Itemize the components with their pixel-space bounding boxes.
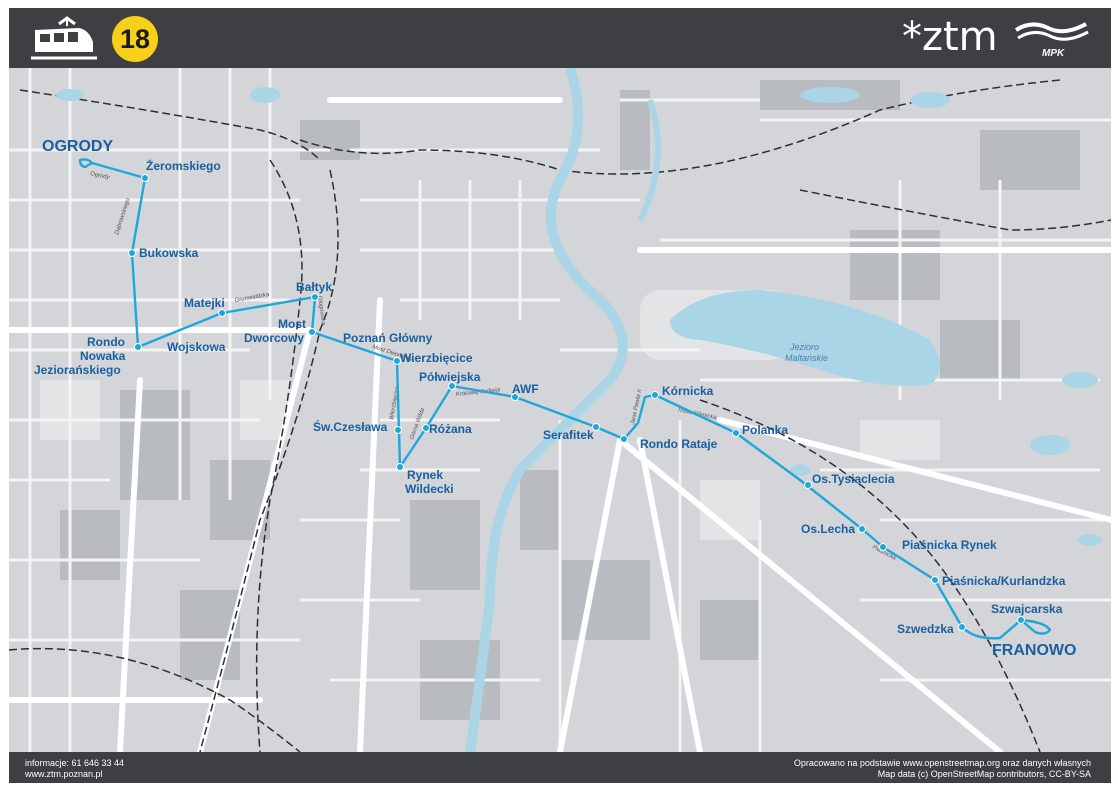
stop-label-baltyk: Bałtyk [296,280,332,294]
stop-label-piasnicka-rynek: Piaśnicka Rynek [902,538,997,552]
stop-marker-os-tysiaclecia[interactable] [804,481,812,489]
stop-marker-kornicka[interactable] [651,391,659,399]
header-bar: 18 *ztm MPK [9,8,1111,68]
stop-label-sw-czeslawa: Św.Czesława [313,419,388,434]
stop-marker-piasnicka-kurlandzka[interactable] [931,576,939,584]
stop-label-os-lecha: Os.Lecha [801,522,855,536]
stop-marker-baltyk[interactable] [311,293,319,301]
stop-label-matejki: Matejki [184,296,225,310]
stop-marker-polanka[interactable] [732,429,740,437]
stop-marker-rondo-rataje[interactable] [620,435,628,443]
website-link[interactable]: www.ztm.poznan.pl [25,769,103,779]
tram-icon [31,16,97,60]
route-map[interactable]: Jezioro Maltańskie Ogrody Dąbrowskiego G… [9,68,1111,752]
stop-marker-szwedzka[interactable] [958,623,966,631]
credit-line-2: Map data (c) OpenStreetMap contributors,… [877,769,1091,779]
stop-marker-bukowska[interactable] [128,249,136,257]
stop-label-rozana: Różana [429,422,472,436]
stop-label-poznan-glowny: Poznań Główny [343,331,433,345]
stop-label-polanka: Polanka [742,423,788,437]
lake-label-1: Jezioro [789,342,819,352]
stop-label-rondo-rataje: Rondo Rataje [640,437,718,451]
stop-label-most-2: Dworcowy [244,331,304,345]
stop-label-rondo-3: Jeziorańskiego [34,363,121,377]
stop-label-most-1: Most [278,317,306,331]
stop-marker-piasnicka-rynek[interactable] [879,543,887,551]
map-sheet: 18 *ztm MPK Jezioro Maltańskie Ogrody Dą… [0,0,1118,791]
stop-label-wierzbiecice: Wierzbięcice [400,351,473,365]
stop-label-rondo-2: Nowaka [80,349,126,363]
stop-label-polwiejska: Półwiejska [419,370,481,384]
lake-label-2: Maltańskie [785,353,828,363]
stop-marker-szwajcarska[interactable] [1017,616,1025,624]
ztm-logo: *ztm [902,14,998,60]
mpk-logo: MPK [1014,22,1089,59]
stop-marker-zeromskiego[interactable] [141,174,149,182]
line-number-badge: 18 [112,16,158,62]
stop-marker-rynek-wildecki[interactable] [396,463,404,471]
stop-label-rynek-2: Wildecki [405,482,454,496]
stop-label-awf: AWF [512,382,539,396]
stop-marker-matejki[interactable] [218,309,226,317]
stop-marker-sw-czeslawa[interactable] [394,426,402,434]
stop-label-wojskowa: Wojskowa [167,340,226,354]
stop-label-rondo-1: Rondo [87,335,125,349]
stop-label-bukowska: Bukowska [139,246,199,260]
terminus-ogrody: OGRODY [42,138,113,155]
stop-label-kornicka: Kórnicka [662,384,714,398]
map-canvas: Jezioro Maltańskie Ogrody Dąbrowskiego G… [9,68,1111,752]
terminus-franowo: FRANOWO [992,642,1076,659]
stop-label-os-tysiaclecia: Os.Tysiąclecia [812,472,895,486]
stop-label-serafitek: Serafitek [543,428,594,442]
info-phone: informacje: 61 646 33 44 [25,758,125,768]
stop-label-rynek-1: Rynek [407,468,443,482]
stop-label-szwedzka: Szwedzka [897,622,954,636]
stop-marker-most-dworcowy[interactable] [308,328,316,336]
credit-line-1: Opracowano na podstawie www.openstreetma… [793,758,1091,768]
stop-marker-os-lecha[interactable] [858,525,866,533]
stop-label-szwajcarska: Szwajcarska [991,602,1063,616]
stop-marker-rondo-nowaka[interactable] [134,343,142,351]
mpk-logo-text: MPK [1042,48,1065,59]
footer-bar: informacje: 61 646 33 44 www.ztm.poznan.… [9,752,1111,783]
stop-label-zeromskiego: Żeromskiego [146,158,221,173]
stop-label-piasnicka-kurlandzka: Piaśnicka/Kurlandzka [942,574,1066,588]
